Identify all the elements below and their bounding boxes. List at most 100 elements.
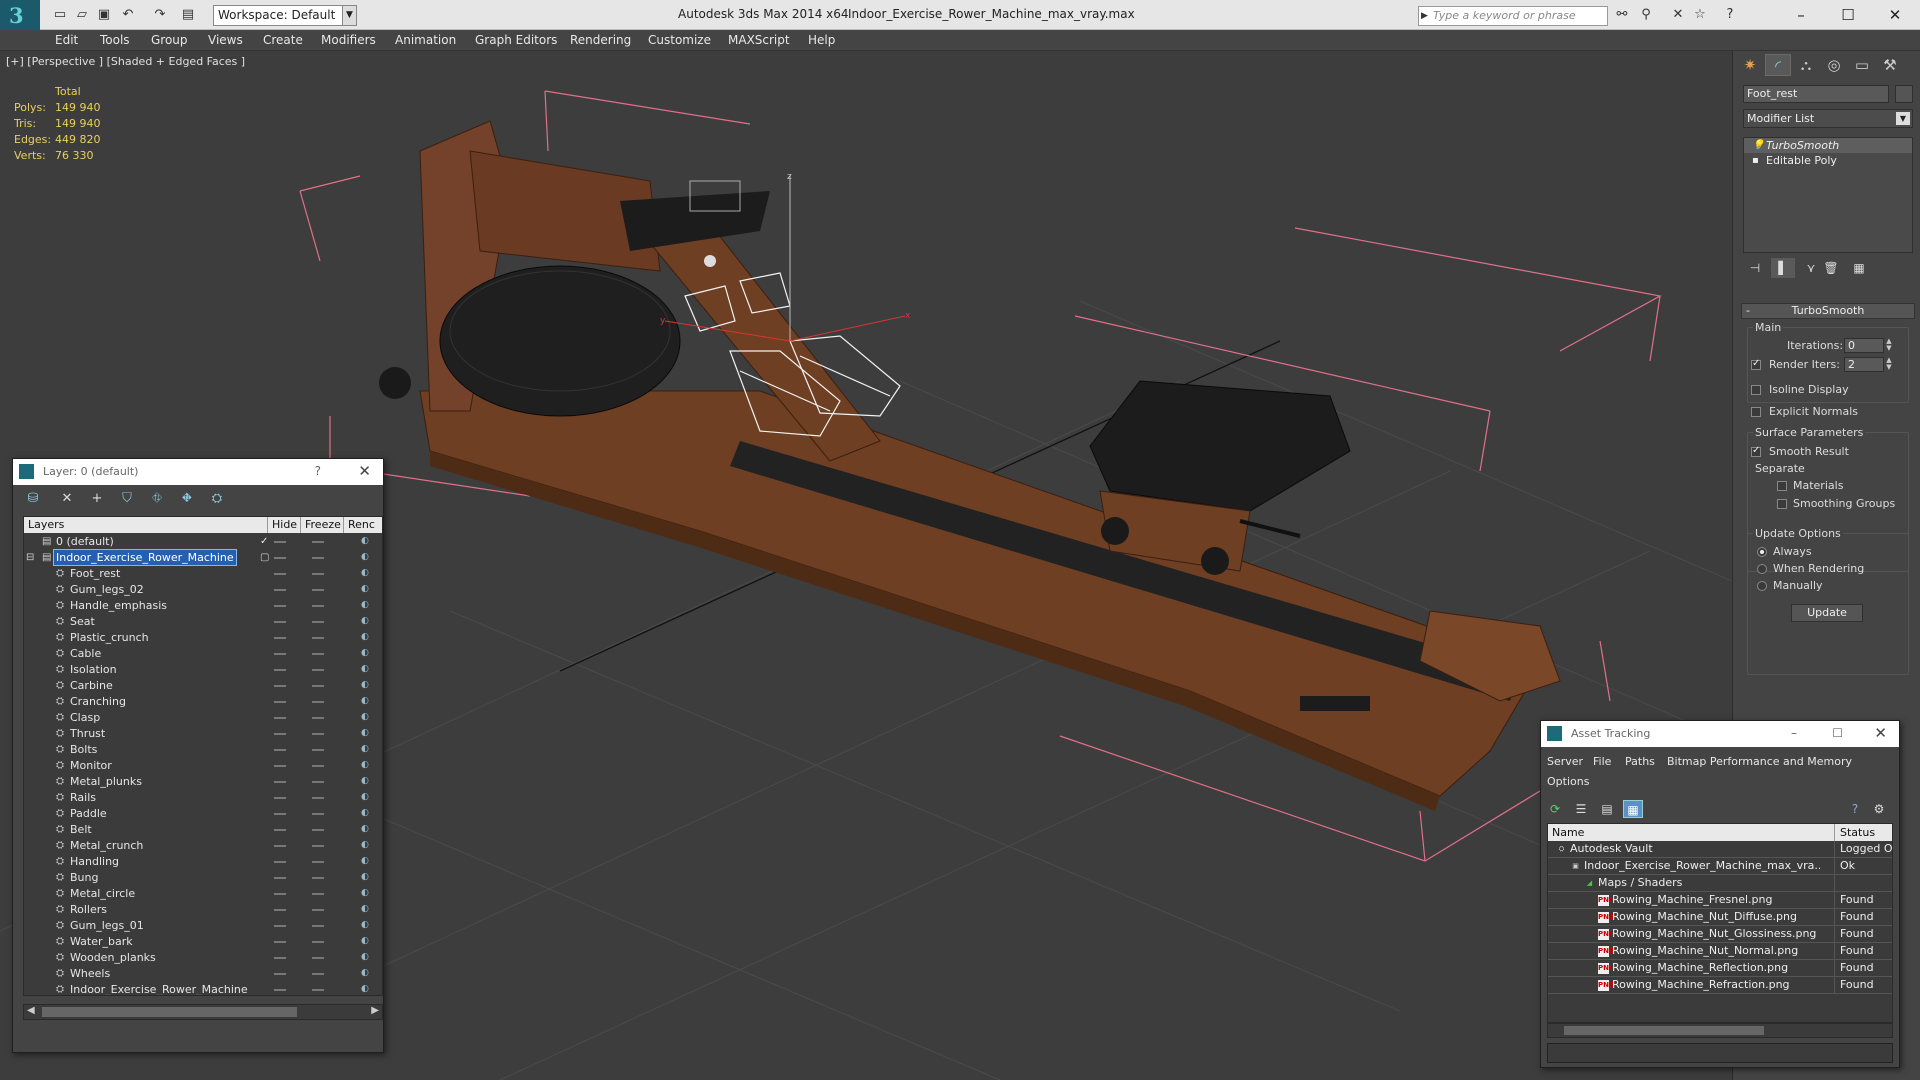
col-layers[interactable]: Layers bbox=[28, 518, 64, 531]
hide-toggle[interactable] bbox=[274, 605, 286, 607]
render-teapot-icon[interactable]: ◐ bbox=[361, 598, 369, 613]
layer-child-row[interactable]: ⛭ Seat ◐ bbox=[24, 614, 382, 630]
render-teapot-icon[interactable]: ◐ bbox=[361, 870, 369, 885]
freeze-toggle[interactable] bbox=[312, 781, 324, 783]
smooth-result-checkbox[interactable] bbox=[1751, 445, 1761, 457]
hide-toggle[interactable] bbox=[274, 797, 286, 799]
menu-help[interactable]: Help bbox=[808, 33, 835, 47]
layer-child-row[interactable]: ⛭ Cranching ◐ bbox=[24, 694, 382, 710]
freeze-toggle[interactable] bbox=[312, 589, 324, 591]
settings-icon[interactable]: ⚙ bbox=[1869, 800, 1889, 818]
freeze-toggle[interactable] bbox=[312, 813, 324, 815]
freeze-toggle[interactable] bbox=[312, 989, 324, 991]
freeze-toggle[interactable] bbox=[312, 797, 324, 799]
spinner-arrows-icon[interactable]: ▲ ▼ bbox=[1885, 357, 1893, 372]
detail-view-icon[interactable]: ▤ bbox=[1597, 800, 1617, 818]
menu-customize[interactable]: Customize bbox=[648, 33, 711, 47]
render-teapot-icon[interactable]: ◐ bbox=[361, 614, 369, 629]
materials-checkbox[interactable] bbox=[1777, 481, 1787, 491]
menu-paths[interactable]: Paths bbox=[1625, 755, 1655, 768]
search-input[interactable]: ▶ Type a keyword or phrase bbox=[1418, 6, 1608, 26]
stack-item-turbosmooth[interactable]: 💡 TurboSmooth bbox=[1744, 138, 1912, 153]
render-teapot-icon[interactable]: ◐ bbox=[361, 678, 369, 693]
layer-child-row[interactable]: ⛭ Indoor_Exercise_Rower_Machine ◐ bbox=[24, 982, 382, 995]
freeze-toggle[interactable] bbox=[312, 557, 324, 559]
asset-row[interactable]: PNG Rowing_Machine_Reflection.png Found bbox=[1548, 960, 1892, 977]
hide-toggle[interactable] bbox=[274, 637, 286, 639]
spinner-arrows-icon[interactable]: ▲ ▼ bbox=[1885, 338, 1893, 353]
render-teapot-icon[interactable]: ◐ bbox=[361, 934, 369, 949]
render-teapot-icon[interactable]: ◐ bbox=[361, 982, 369, 995]
freeze-toggle[interactable] bbox=[312, 861, 324, 863]
menu-graph-editors[interactable]: Graph Editors bbox=[475, 33, 557, 47]
layer-child-row[interactable]: ⛭ Isolation ◐ bbox=[24, 662, 382, 678]
list-view-icon[interactable]: ☰ bbox=[1571, 800, 1591, 818]
layer-child-row[interactable]: ⛭ Gum_legs_01 ◐ bbox=[24, 918, 382, 934]
render-iters-checkbox[interactable] bbox=[1751, 358, 1761, 370]
freeze-toggle[interactable] bbox=[312, 669, 324, 671]
col-render[interactable]: Renc bbox=[348, 518, 375, 531]
hide-toggle[interactable] bbox=[274, 653, 286, 655]
hide-toggle[interactable] bbox=[274, 829, 286, 831]
layer-child-row[interactable]: ⛭ Handle_emphasis ◐ bbox=[24, 598, 382, 614]
hide-toggle[interactable] bbox=[274, 621, 286, 623]
hide-toggle[interactable] bbox=[274, 733, 286, 735]
freeze-toggle[interactable] bbox=[312, 877, 324, 879]
render-teapot-icon[interactable]: ◐ bbox=[361, 774, 369, 789]
add-to-layer-icon[interactable]: + bbox=[87, 490, 107, 508]
show-end-result-icon[interactable]: ▌ bbox=[1771, 258, 1795, 278]
render-teapot-icon[interactable]: ◐ bbox=[361, 838, 369, 853]
render-teapot-icon[interactable]: ◐ bbox=[361, 630, 369, 645]
freeze-toggle[interactable] bbox=[312, 653, 324, 655]
utilities-tab-icon[interactable]: ⚒ bbox=[1877, 54, 1903, 76]
hide-toggle[interactable] bbox=[274, 701, 286, 703]
render-teapot-icon[interactable]: ◐ bbox=[361, 966, 369, 981]
freeze-toggle[interactable] bbox=[312, 829, 324, 831]
menu-views[interactable]: Views bbox=[208, 33, 243, 47]
hide-toggle[interactable] bbox=[274, 781, 286, 783]
update-always-radio[interactable] bbox=[1757, 547, 1767, 557]
freeze-toggle[interactable] bbox=[312, 701, 324, 703]
render-teapot-icon[interactable]: ◐ bbox=[361, 550, 369, 565]
viewport-label-menu[interactable]: [+] [Perspective ] [Shaded + Edged Faces… bbox=[6, 55, 245, 68]
hide-toggle[interactable] bbox=[274, 957, 286, 959]
freeze-toggle[interactable] bbox=[312, 685, 324, 687]
menu-file[interactable]: File bbox=[1593, 755, 1611, 768]
menu-rendering[interactable]: Rendering bbox=[570, 33, 631, 47]
freeze-toggle[interactable] bbox=[312, 925, 324, 927]
pin-stack-icon[interactable]: ⊣ bbox=[1743, 258, 1767, 278]
layer-child-row[interactable]: ⛭ Wheels ◐ bbox=[24, 966, 382, 982]
asset-row[interactable]: ◢ Maps / Shaders bbox=[1548, 875, 1892, 892]
freeze-toggle[interactable] bbox=[312, 717, 324, 719]
render-teapot-icon[interactable]: ◐ bbox=[361, 854, 369, 869]
smoothing-groups-checkbox[interactable] bbox=[1777, 499, 1787, 509]
freeze-toggle[interactable] bbox=[312, 621, 324, 623]
freeze-all-layers-icon[interactable]: ⛭ bbox=[207, 490, 227, 508]
hide-toggle[interactable] bbox=[274, 557, 286, 559]
hide-toggle[interactable] bbox=[274, 669, 286, 671]
make-active-icon[interactable]: ▢ bbox=[260, 550, 269, 565]
binoculars-icon[interactable]: ⚯ bbox=[1614, 7, 1630, 23]
render-teapot-icon[interactable]: ◐ bbox=[361, 726, 369, 741]
dialog-title-bar[interactable]: Asset Tracking – ☐ ✕ bbox=[1541, 721, 1899, 747]
layer-child-row[interactable]: ⛭ Cable ◐ bbox=[24, 646, 382, 662]
refresh-icon[interactable]: ⟳ bbox=[1545, 800, 1565, 818]
maximize-icon[interactable]: ☐ bbox=[1832, 726, 1843, 740]
asset-row[interactable]: PNG Rowing_Machine_Nut_Diffuse.png Found bbox=[1548, 909, 1892, 926]
hide-toggle[interactable] bbox=[274, 925, 286, 927]
render-teapot-icon[interactable]: ◐ bbox=[361, 566, 369, 581]
hierarchy-tab-icon[interactable]: ⛬ bbox=[1793, 54, 1819, 76]
freeze-toggle[interactable] bbox=[312, 957, 324, 959]
expand-plus-icon[interactable]: ▪ bbox=[1752, 153, 1759, 168]
hide-toggle[interactable] bbox=[274, 685, 286, 687]
asset-row[interactable]: PNG Rowing_Machine_Fresnel.png Found bbox=[1548, 892, 1892, 909]
close-icon[interactable]: ✕ bbox=[358, 462, 371, 480]
render-teapot-icon[interactable]: ◐ bbox=[361, 918, 369, 933]
col-freeze[interactable]: Freeze bbox=[305, 518, 341, 531]
render-teapot-icon[interactable]: ◐ bbox=[361, 694, 369, 709]
modifier-list-dropdown[interactable]: Modifier List ▼ bbox=[1743, 109, 1913, 128]
layer-row-main[interactable]: ⊟ ▤ Indoor_Exercise_Rower_Machine ▢ ◐ bbox=[24, 549, 382, 566]
freeze-toggle[interactable] bbox=[312, 749, 324, 751]
layer-child-row[interactable]: ⛭ Belt ◐ bbox=[24, 822, 382, 838]
redo-icon[interactable]: ↷ bbox=[152, 7, 168, 23]
